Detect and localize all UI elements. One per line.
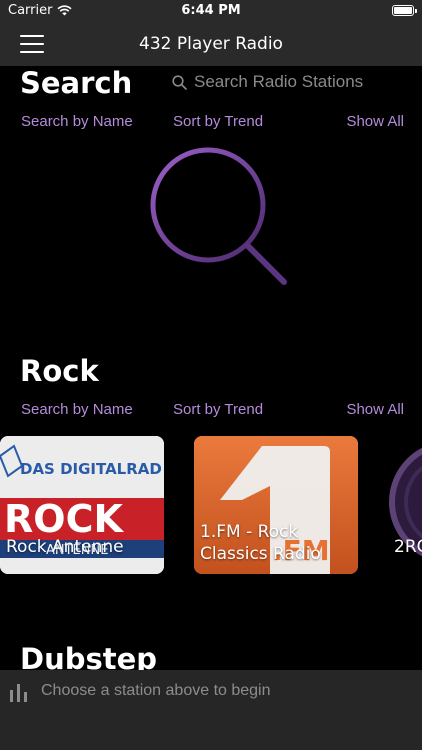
search-by-name-link[interactable]: Search by Name	[21, 113, 133, 130]
player-status-text: Choose a station above to begin	[41, 682, 271, 699]
search-section-title: Search	[20, 66, 133, 100]
player-bar[interactable]: Choose a station above to begin	[0, 670, 422, 750]
battery-icon	[392, 5, 417, 16]
large-search-icon[interactable]	[148, 145, 298, 295]
station-card-rock-antenne[interactable]: DAS DIGITALRAD ROCK ANTENNE Rock Antenne	[0, 436, 164, 574]
search-field[interactable]	[172, 70, 402, 94]
station-name: 1.FM - Rock Classics Radio	[200, 522, 321, 564]
svg-text:DAS DIGITALRAD: DAS DIGITALRAD	[20, 460, 162, 478]
station-name: Rock Antenne	[6, 537, 124, 557]
show-all-link[interactable]: Show All	[346, 401, 404, 418]
status-bar: Carrier 6:44 PM	[0, 0, 422, 22]
station-card-2ro[interactable]: 2RO	[388, 436, 422, 574]
sort-by-trend-link[interactable]: Sort by Trend	[173, 401, 263, 418]
clock: 6:44 PM	[181, 3, 241, 18]
search-input[interactable]	[194, 72, 394, 92]
equalizer-icon	[10, 684, 27, 702]
rock-section-title: Rock	[20, 354, 99, 388]
rock-station-carousel[interactable]: DAS DIGITALRAD ROCK ANTENNE Rock Antenne…	[0, 436, 422, 576]
navigation-bar: 432 Player Radio	[0, 22, 422, 66]
search-section-links: Search by Name Sort by Trend Show All	[0, 113, 422, 135]
sort-by-trend-link[interactable]: Sort by Trend	[173, 113, 263, 130]
station-card-1fm-rock[interactable]: .FM 1.FM - Rock Classics Radio	[194, 436, 358, 574]
search-icon	[172, 74, 187, 90]
rock-section-links: Search by Name Sort by Trend Show All	[0, 401, 422, 423]
show-all-link[interactable]: Show All	[346, 113, 404, 130]
svg-text:ROCK: ROCK	[4, 497, 124, 541]
search-by-name-link[interactable]: Search by Name	[21, 401, 133, 418]
station-name: 2RO	[394, 537, 422, 557]
app-title: 432 Player Radio	[139, 34, 283, 54]
